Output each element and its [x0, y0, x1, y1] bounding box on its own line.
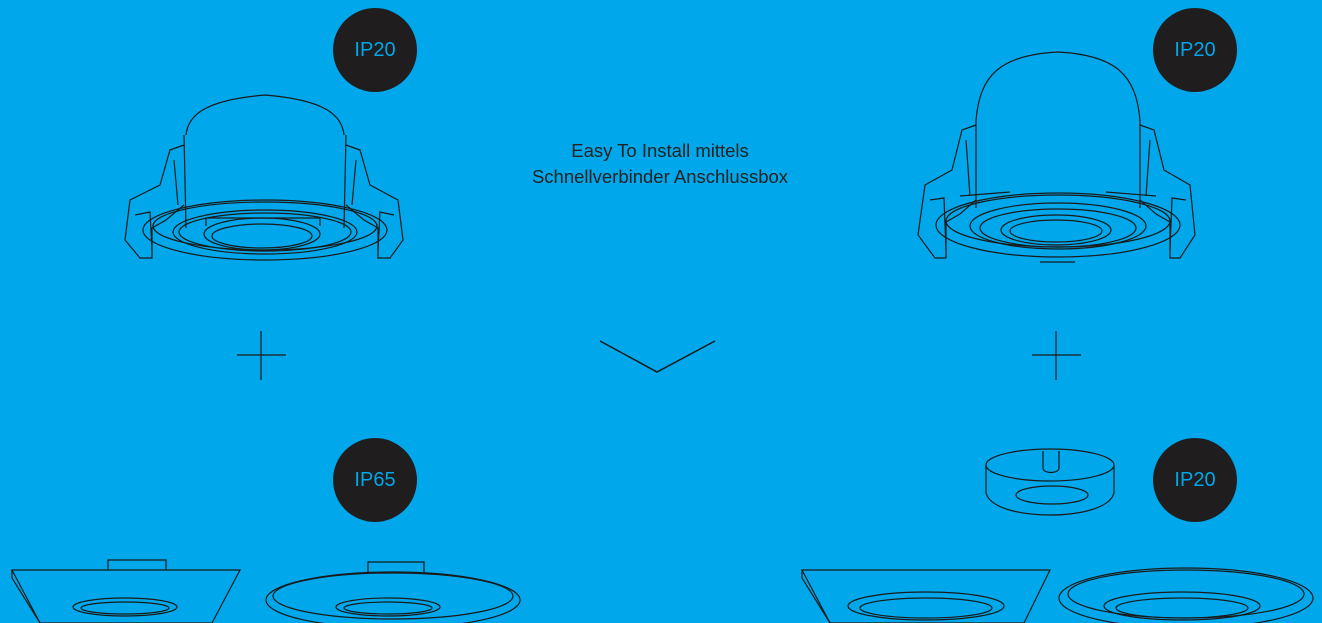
line-drawings	[11, 51, 1314, 623]
installation-caption: Easy To Install mittels Schnellverbinder…	[430, 138, 890, 190]
square-bezel-right-illustration	[801, 569, 1051, 623]
connector-box-illustration	[985, 448, 1115, 516]
ip-rating-badge-bottom-left: IP65	[333, 438, 417, 522]
chevron-down-icon	[599, 340, 716, 373]
round-bezel-right-illustration	[1058, 567, 1314, 623]
ip-rating-badge-bottom-right: IP20	[1153, 438, 1237, 522]
downlight-left-illustration	[124, 94, 404, 261]
round-bezel-left-illustration	[265, 561, 521, 623]
square-bezel-left-illustration	[11, 559, 241, 623]
plus-right-icon	[1032, 331, 1081, 380]
ip-rating-badge-top-left: IP20	[333, 8, 417, 92]
caption-line-1: Easy To Install mittels	[571, 140, 749, 161]
plus-left-icon	[237, 331, 286, 380]
downlight-right-illustration	[917, 51, 1196, 263]
caption-line-2: Schnellverbinder Anschlussbox	[531, 166, 789, 187]
product-graphic: IP20 IP20 IP65 IP20 Easy To Install mitt…	[0, 0, 1322, 623]
ip-rating-badge-top-right: IP20	[1153, 8, 1237, 92]
